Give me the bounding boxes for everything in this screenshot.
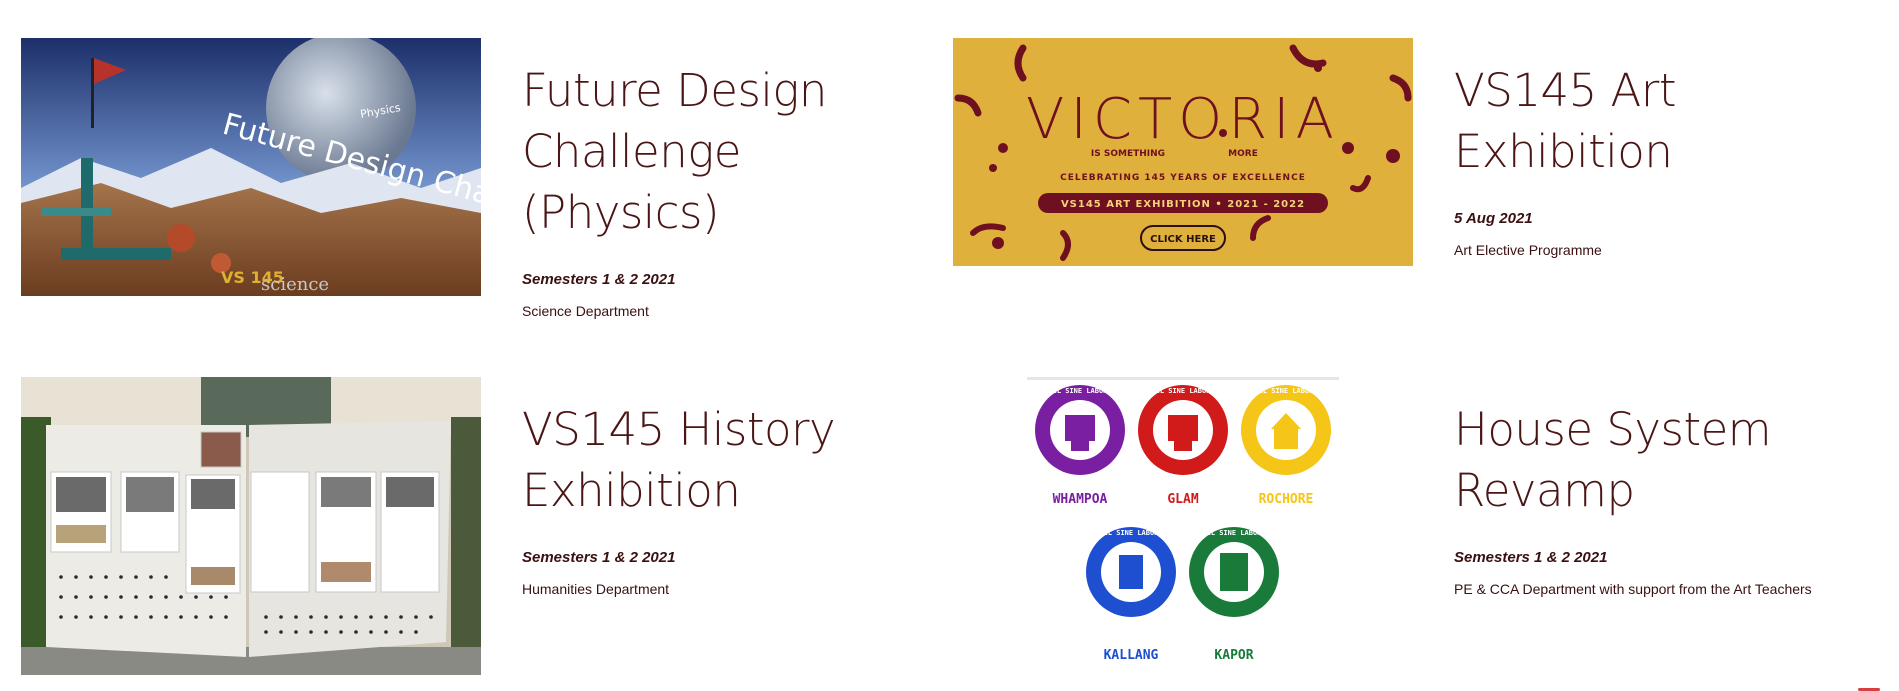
project-title[interactable]: Future Design Challenge (Physics) [522,60,922,243]
motto-glam: NIL SINE LABORE [1151,387,1214,395]
house-crests-image: NIL SINE LABORE NIL SINE LABORE NIL SINE… [1027,377,1339,667]
house-label-kapor: KAPOR [1214,648,1253,663]
project-text-future-design: Future Design Challenge (Physics) Semest… [522,60,922,319]
tagline-left: IS SOMETHING [1091,149,1165,159]
house-label-kallang: KALLANG [1104,648,1159,663]
tagline-right: MORE [1228,149,1258,159]
history-exhibition-image [21,377,481,675]
project-department: Humanities Department [522,581,670,597]
whampoa-crest [1035,385,1125,475]
project-date: Semesters 1 & 2 2021 [522,549,676,566]
house-label-glam: GLAM [1167,492,1198,507]
art-exhibition-image: VICTORIA IS SOMETHING MORE CELEBRATING 1… [953,38,1413,266]
motto-kallang: NIL SINE LABORE [1099,529,1162,537]
project-department: Science Department [522,303,649,319]
project-date: 5 Aug 2021 [1454,210,1533,227]
motto-kapor: NIL SINE LABORE [1202,529,1265,537]
motto-rochore: NIL SINE LABORE [1254,387,1317,395]
celebrating-text: CELEBRATING 145 YEARS OF EXCELLENCE [1060,173,1306,183]
project-text-history-exhibition: VS145 History Exhibition Semesters 1 & 2… [522,399,922,597]
house-label-whampoa: WHAMPOA [1053,492,1108,507]
project-date: Semesters 1 & 2 2021 [522,271,676,288]
project-title[interactable]: VS145 History Exhibition [522,399,842,521]
project-department: Art Elective Programme [1454,242,1602,258]
kallang-crest [1086,527,1176,617]
project-title[interactable]: House System Revamp [1454,399,1774,521]
future-design-thumbnail[interactable]: Future Design Challenge Physics VS 145 s… [21,38,481,296]
exhibition-banner-text: VS145 ART EXHIBITION • 2021 - 2022 [1061,199,1305,210]
project-text-house-system: House System Revamp Semesters 1 & 2 2021… [1454,399,1874,597]
rochore-crest [1241,385,1331,475]
glam-crest [1138,385,1228,475]
motto-whampoa: NIL SINE LABORE [1048,387,1111,395]
project-department: PE & CCA Department with support from th… [1454,581,1812,597]
history-exhibition-thumbnail[interactable] [21,377,481,675]
house-system-thumbnail[interactable]: NIL SINE LABORE NIL SINE LABORE NIL SINE… [1027,377,1339,667]
click-here-text: CLICK HERE [1150,234,1216,245]
victoria-wordmark: VICTORIA [1026,87,1340,152]
art-exhibition-thumbnail[interactable]: VICTORIA IS SOMETHING MORE CELEBRATING 1… [953,38,1413,266]
kapor-crest [1189,527,1279,617]
project-title[interactable]: VS145 Art Exhibition [1454,60,1714,182]
image-text-science: science [261,274,329,295]
future-design-image: Future Design Challenge Physics VS 145 s… [21,38,481,296]
project-date: Semesters 1 & 2 2021 [1454,549,1608,566]
house-label-rochore: ROCHORE [1259,492,1314,507]
project-text-art-exhibition: VS145 Art Exhibition 5 Aug 2021 Art Elec… [1454,60,1854,258]
